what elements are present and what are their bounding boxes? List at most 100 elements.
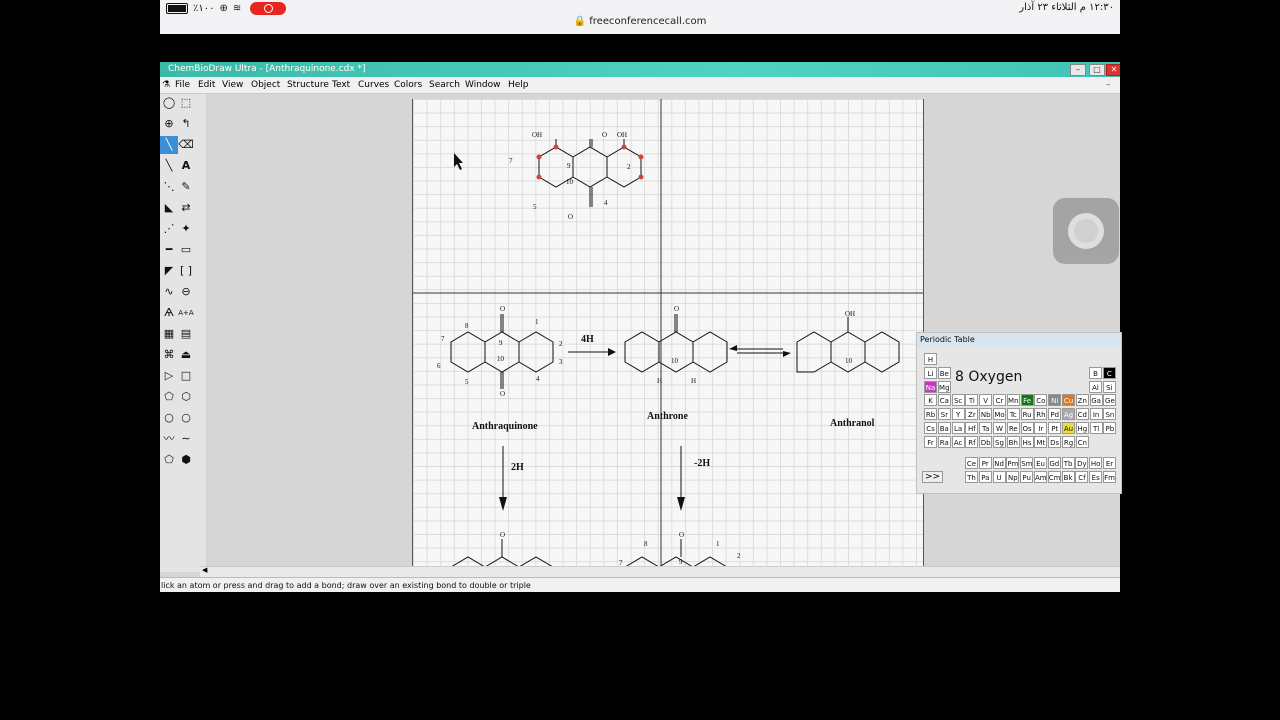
element-cf[interactable]: Cf [1075,471,1089,483]
menu-object[interactable]: Object [251,77,280,93]
orbital-icon[interactable]: ✦ [177,220,195,238]
element-tc[interactable]: Tc [1006,408,1020,421]
element-sm[interactable]: Sm [1020,457,1034,469]
circle-icon[interactable]: ○ [160,409,178,427]
acronym-icon[interactable]: A+A [177,304,195,322]
element-ru[interactable]: Ru [1020,408,1034,421]
element-ba[interactable]: Ba [937,422,951,434]
element-bh[interactable]: Bh [1006,435,1020,448]
element-rb[interactable]: Rb [924,408,937,421]
eraser-icon[interactable]: ⌫ [177,136,195,154]
menu-view[interactable]: View [222,77,243,93]
element-pb[interactable]: Pb [1103,422,1117,434]
scroll-left-icon[interactable]: ◀ [202,566,207,574]
element-ca[interactable]: Ca [937,394,951,407]
element-rh[interactable]: Rh [1034,408,1048,421]
element-mo[interactable]: Mo [993,408,1006,421]
assistive-touch-button[interactable] [1053,198,1119,264]
chain-icon[interactable]: 〰 [160,430,178,448]
element-cn[interactable]: Cn [1075,435,1089,448]
element-k[interactable]: K [924,394,937,407]
menu-window[interactable]: Window [465,77,501,93]
wavy-bond-icon[interactable]: ∿ [160,283,178,301]
element-c[interactable]: C [1102,367,1116,379]
element-gd[interactable]: Gd [1047,457,1061,469]
menu-edit[interactable]: Edit [198,77,215,93]
element-zn[interactable]: Zn [1075,394,1089,407]
element-th[interactable]: Th [965,471,978,483]
element-ti[interactable]: Ti [965,394,979,407]
solid-bond-icon[interactable]: ╲ [160,136,178,154]
chemical-symbols-icon[interactable]: ⊖ [177,283,195,301]
url-bar[interactable]: 🔒 freeconferencecall.com [160,16,1120,27]
menu-file[interactable]: File [175,77,190,93]
curve-icon[interactable]: ∼ [177,430,195,448]
table-icon[interactable]: ▦ [160,325,178,343]
element-zr[interactable]: Zr [965,408,979,421]
element-pd[interactable]: Pd [1048,408,1062,421]
marquee-icon[interactable]: ⬚ [177,94,195,112]
element-hs[interactable]: Hs [1020,435,1034,448]
wedge-bond-icon[interactable]: ◣ [160,199,178,217]
bold-wedge-icon[interactable]: ◤ [160,262,178,280]
element-mn[interactable]: Mn [1006,394,1020,407]
arrow-tool-icon[interactable]: ⇄ [177,199,195,217]
element-ag[interactable]: Ag [1062,408,1075,421]
horizontal-scrollbar[interactable]: ◀ [200,566,1120,577]
element-co[interactable]: Co [1034,394,1048,407]
element-b[interactable]: B [1089,367,1102,379]
element-sr[interactable]: Sr [937,408,951,421]
element-fm[interactable]: Fm [1103,471,1116,483]
menu-help[interactable]: Help [508,77,529,93]
element-rg[interactable]: Rg [1062,435,1075,448]
element-eu[interactable]: Eu [1034,457,1047,469]
hashed-bond-icon[interactable]: ⋱ [160,178,178,196]
element-na[interactable]: Na [924,380,937,393]
element-ce[interactable]: Ce [965,457,978,469]
element-cm[interactable]: Cm [1047,471,1061,483]
app-icon[interactable]: ⚗ [162,77,170,93]
element-pr[interactable]: Pr [978,457,992,469]
element-y[interactable]: Y [951,408,965,421]
element-si[interactable]: Si [1102,380,1116,393]
element-es[interactable]: Es [1089,471,1103,483]
element-tl[interactable]: Tl [1089,422,1103,434]
element-ni[interactable]: Ni [1048,394,1062,407]
element-ga[interactable]: Ga [1089,394,1103,407]
close-button[interactable]: ✕ [1106,64,1120,76]
pen-icon[interactable]: ✎ [177,178,195,196]
element-li[interactable]: Li [924,366,937,379]
element-hg[interactable]: Hg [1075,422,1089,434]
element-cu[interactable]: Cu [1062,394,1075,407]
brackets-icon[interactable]: [ ] [177,262,195,280]
element-os[interactable]: Os [1020,422,1034,434]
element-fr[interactable]: Fr [924,435,937,448]
menu-search[interactable]: Search [429,77,460,93]
screen-record-icon[interactable] [250,2,287,15]
element-ra[interactable]: Ra [937,435,951,448]
element-rf[interactable]: Rf [965,435,979,448]
element-am[interactable]: Am [1034,471,1047,483]
menu-colors[interactable]: Colors [394,77,422,93]
menu-text[interactable]: Text [332,77,350,93]
element-sc[interactable]: Sc [951,394,965,407]
element-cr[interactable]: Cr [993,394,1006,407]
element-u[interactable]: U [992,471,1006,483]
element-ta[interactable]: Ta [979,422,993,434]
drawing-elements-icon[interactable]: ▭ [177,241,195,259]
structure-perspective-icon[interactable]: ↰ [177,115,195,133]
element-pm[interactable]: Pm [1006,457,1020,469]
minimize-button[interactable]: – [1070,64,1086,76]
element-nd[interactable]: Nd [992,457,1006,469]
element-sg[interactable]: Sg [993,435,1006,448]
element-ho[interactable]: Ho [1089,457,1103,469]
tlc-plate-icon[interactable]: ▤ [177,325,195,343]
element-mg[interactable]: Mg [937,380,951,393]
hashed-wedge-icon[interactable]: ⋰ [160,220,178,238]
ring-icon[interactable]: ○ [177,409,195,427]
text-icon[interactable]: A [177,157,195,175]
element-in[interactable]: In [1089,408,1103,421]
element-sn[interactable]: Sn [1103,408,1117,421]
element-ds[interactable]: Ds [1048,435,1062,448]
benzene-icon[interactable]: ⬢ [177,451,195,469]
